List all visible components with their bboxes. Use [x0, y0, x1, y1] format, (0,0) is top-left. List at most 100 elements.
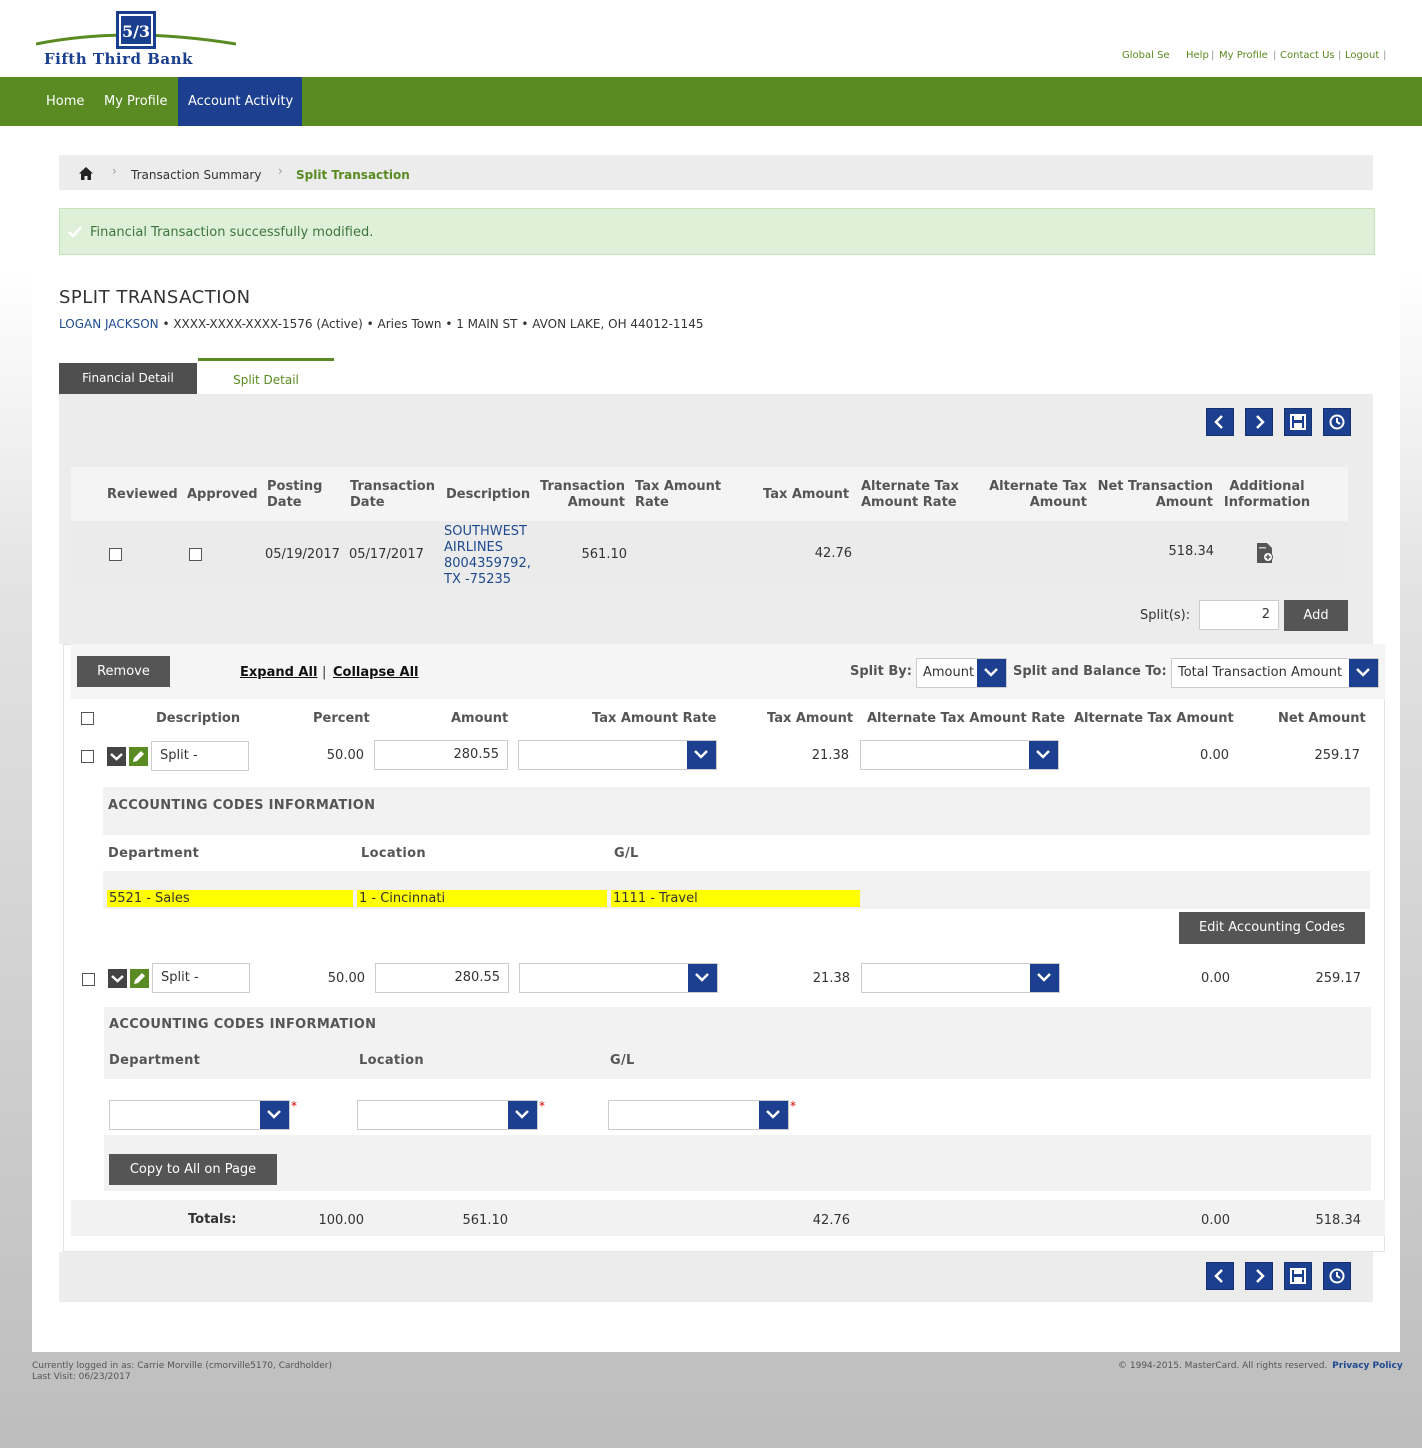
logout-link[interactable]: Logout: [1345, 50, 1379, 61]
split-row-checkbox[interactable]: [81, 750, 94, 763]
edit-accounting-codes-button[interactable]: Edit Accounting Codes: [1179, 912, 1365, 944]
nav-home[interactable]: Home: [46, 77, 84, 126]
splits-count-input[interactable]: 2: [1199, 600, 1279, 630]
tab-financial-detail[interactable]: Financial Detail: [59, 363, 197, 394]
transaction-description: SOUTHWEST AIRLINES 8004359792, TX -75235: [444, 524, 531, 587]
split-amount-input[interactable]: 280.55: [374, 740, 508, 770]
chevron-down-icon: [694, 750, 708, 759]
header-additional-information: Additional Information: [1223, 479, 1311, 510]
help-link[interactable]: Help: [1186, 50, 1209, 61]
document-add-icon[interactable]: [1255, 542, 1275, 564]
breadcrumb-transaction-summary[interactable]: Transaction Summary: [131, 168, 261, 182]
chevron-down-icon: [984, 668, 998, 677]
split-header-net-amount: Net Amount: [1278, 711, 1366, 726]
tab-split-detail[interactable]: Split Detail: [198, 358, 334, 394]
global-search-link[interactable]: Global Se: [1122, 50, 1170, 61]
nav-account-activity[interactable]: Account Activity: [178, 77, 302, 126]
split-tax-amount: 21.38: [811, 748, 849, 763]
chevron-left-icon: [1214, 1269, 1223, 1283]
transaction-amount: 561.10: [581, 547, 628, 562]
history-button[interactable]: [1323, 1262, 1351, 1290]
contact-us-link[interactable]: Contact Us: [1280, 50, 1335, 61]
edit-pencil-icon: [134, 973, 145, 984]
link-separator: |: [1383, 50, 1387, 61]
posting-date: 05/19/2017: [265, 547, 340, 562]
reviewed-checkbox[interactable]: [109, 548, 122, 561]
alert-message: Financial Transaction successfully modif…: [90, 225, 374, 240]
select-all-checkbox[interactable]: [81, 712, 94, 725]
split-header-description: Description: [156, 711, 241, 726]
department-select[interactable]: [109, 1100, 290, 1130]
privacy-policy-link[interactable]: Privacy Policy: [1332, 1361, 1403, 1371]
expand-icon: [111, 975, 124, 983]
collapse-all-link[interactable]: Collapse All: [333, 665, 419, 680]
split-balance-select[interactable]: Total Transaction Amount: [1171, 658, 1379, 688]
split-net-amount: 259.17: [1315, 971, 1362, 986]
split-amount-input[interactable]: 280.55: [375, 963, 509, 993]
header-posting-date: Posting Date: [267, 479, 323, 510]
cardholder-name-link[interactable]: LOGAN JACKSON: [59, 317, 159, 331]
save-button[interactable]: [1284, 1262, 1312, 1290]
breadcrumb-chevron-icon: ›: [278, 164, 283, 178]
link-separator: |: [1211, 50, 1215, 61]
chevron-left-icon: [1214, 415, 1223, 429]
next-button[interactable]: [1245, 408, 1273, 436]
home-icon[interactable]: [79, 167, 93, 180]
copy-to-all-button[interactable]: Copy to All on Page: [109, 1154, 277, 1185]
save-icon: [1290, 1268, 1306, 1284]
split-by-value: Amount: [923, 665, 975, 680]
breadcrumb-chevron-icon: ›: [112, 164, 117, 178]
nav-my-profile[interactable]: My Profile: [104, 77, 167, 126]
save-button[interactable]: [1284, 408, 1312, 436]
transaction-date: 05/17/2017: [349, 547, 424, 562]
split-tax-rate-select[interactable]: [518, 740, 717, 770]
location-value: 1 - Cincinnati: [357, 890, 607, 907]
split-description-input[interactable]: Split -: [151, 741, 249, 771]
approved-checkbox[interactable]: [189, 548, 202, 561]
accounting-codes-title: ACCOUNTING CODES INFORMATION: [108, 798, 376, 813]
page-title: SPLIT TRANSACTION: [59, 287, 251, 308]
split-header-alt-tax-amount: Alternate Tax Amount: [1074, 711, 1234, 726]
collapse-row-button[interactable]: [107, 747, 126, 766]
split-alt-tax-rate-select[interactable]: [861, 963, 1060, 993]
edit-split-button[interactable]: [130, 969, 149, 988]
footer-legal: © 1994-2015. MasterCard. All rights rese…: [1118, 1361, 1403, 1371]
gl-select[interactable]: [608, 1100, 789, 1130]
header-tax-amount: Tax Amount: [763, 487, 850, 502]
collapse-row-button[interactable]: [108, 969, 127, 988]
split-percent: 50.00: [326, 748, 364, 763]
my-profile-link[interactable]: My Profile: [1219, 50, 1268, 61]
chevron-down-icon: [1037, 973, 1051, 982]
edit-pencil-icon: [133, 751, 144, 762]
previous-button[interactable]: [1206, 408, 1234, 436]
last-visit-text: Last Visit: 06/23/2017: [32, 1372, 131, 1382]
history-icon: [1329, 414, 1345, 430]
totals-net-amount: 518.34: [1315, 1213, 1362, 1228]
edit-split-button[interactable]: [129, 747, 148, 766]
chevron-down-icon: [1356, 668, 1370, 677]
split-description-input[interactable]: Split -: [152, 963, 250, 993]
department-label: Department: [108, 846, 200, 861]
gl-label: G/L: [610, 1053, 635, 1068]
svg-text:5/3: 5/3: [122, 22, 150, 41]
department-label: Department: [109, 1053, 201, 1068]
split-by-label: Split By:: [850, 664, 912, 679]
remove-button[interactable]: Remove: [77, 656, 170, 687]
split-tax-rate-select[interactable]: [519, 963, 718, 993]
expand-all-link[interactable]: Expand All: [240, 665, 317, 680]
history-button[interactable]: [1323, 408, 1351, 436]
location-label: Location: [359, 1053, 424, 1068]
checkmark-icon: [68, 226, 82, 238]
location-label: Location: [361, 846, 426, 861]
next-button[interactable]: [1245, 1262, 1273, 1290]
link-separator: |: [1273, 50, 1277, 61]
add-splits-button[interactable]: Add: [1284, 600, 1348, 631]
split-alt-tax-rate-select[interactable]: [860, 740, 1059, 770]
logged-in-text: Currently logged in as: Carrie Morville …: [32, 1361, 332, 1371]
split-by-select[interactable]: Amount: [916, 658, 1007, 688]
previous-button[interactable]: [1206, 1262, 1234, 1290]
split-row-checkbox[interactable]: [82, 973, 95, 986]
toolbar-bottom: [59, 1252, 1373, 1302]
split-alt-tax-amount: 0.00: [1200, 748, 1229, 763]
location-select[interactable]: [357, 1100, 538, 1130]
